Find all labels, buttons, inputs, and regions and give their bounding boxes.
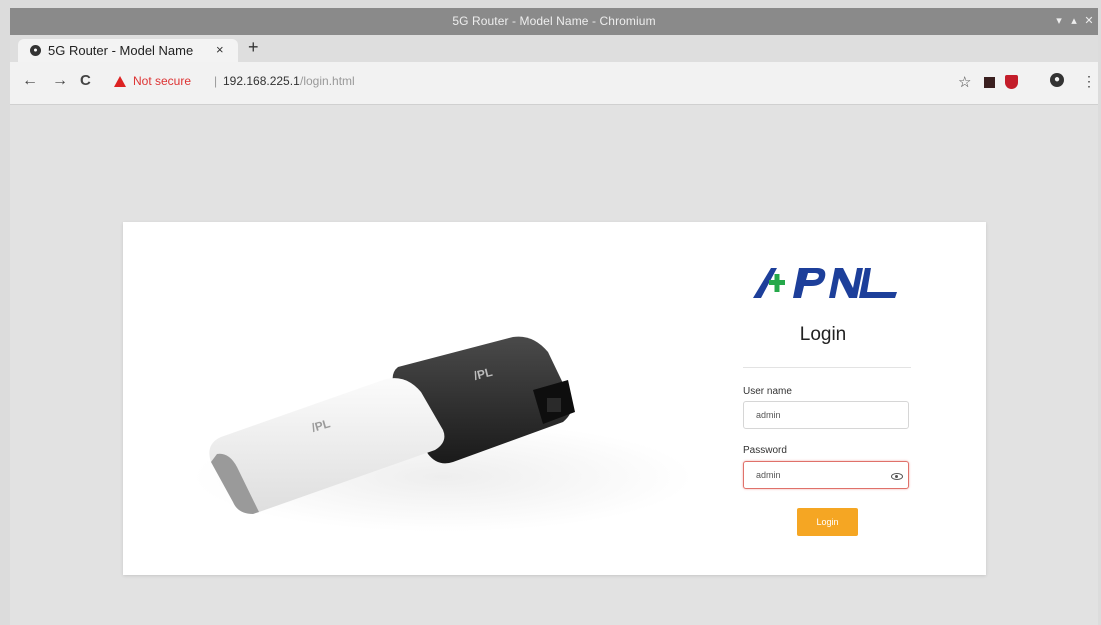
maximize-icon[interactable]: ▴ xyxy=(1068,14,1080,27)
show-password-eye-icon[interactable] xyxy=(891,473,903,480)
browser-toolbar: ← → C Not secure | 192.168.225.1 /login.… xyxy=(10,62,1098,105)
tab-router[interactable]: ● 5G Router - Model Name × xyxy=(18,39,238,62)
browser-menu-icon[interactable]: ⋮ xyxy=(1082,73,1096,90)
login-button[interactable]: Login xyxy=(797,508,858,536)
username-label: User name xyxy=(743,386,792,397)
globe-icon: ● xyxy=(30,45,41,56)
login-divider xyxy=(743,367,911,368)
login-card: /PL /PL Login User name Password Login xyxy=(123,222,986,575)
router-product-image: /PL /PL xyxy=(193,336,693,532)
window-title-bar: 5G Router - Model Name - Chromium ▾ ▴ ✕ xyxy=(10,8,1098,35)
close-window-icon[interactable]: ✕ xyxy=(1083,14,1095,27)
extension-icon[interactable] xyxy=(984,77,995,88)
tab-label: 5G Router - Model Name xyxy=(48,43,194,58)
security-indicator[interactable]: Not secure xyxy=(133,74,191,88)
password-label: Password xyxy=(743,445,787,456)
shield-extension-icon[interactable] xyxy=(1005,75,1018,89)
url-path[interactable]: /login.html xyxy=(300,74,355,88)
window-title: 5G Router - Model Name - Chromium xyxy=(452,14,656,28)
username-input[interactable] xyxy=(743,401,909,429)
account-icon[interactable]: ● xyxy=(1050,73,1064,87)
reload-icon[interactable]: C xyxy=(80,72,91,89)
tab-strip: ● 5G Router - Model Name × + xyxy=(10,35,1098,62)
apal-logo xyxy=(753,268,897,298)
password-input[interactable] xyxy=(743,461,909,489)
url-host[interactable]: 192.168.225.1 xyxy=(223,74,300,88)
back-icon[interactable]: ← xyxy=(22,72,38,90)
url-separator: | xyxy=(214,74,218,88)
warning-icon[interactable] xyxy=(114,76,126,87)
new-tab-button[interactable]: + xyxy=(248,37,259,58)
close-tab-icon[interactable]: × xyxy=(216,42,224,57)
login-heading: Login xyxy=(799,324,847,345)
forward-icon[interactable]: → xyxy=(52,72,68,90)
minimize-icon[interactable]: ▾ xyxy=(1053,14,1065,27)
bookmark-star-icon[interactable]: ☆ xyxy=(958,73,971,91)
